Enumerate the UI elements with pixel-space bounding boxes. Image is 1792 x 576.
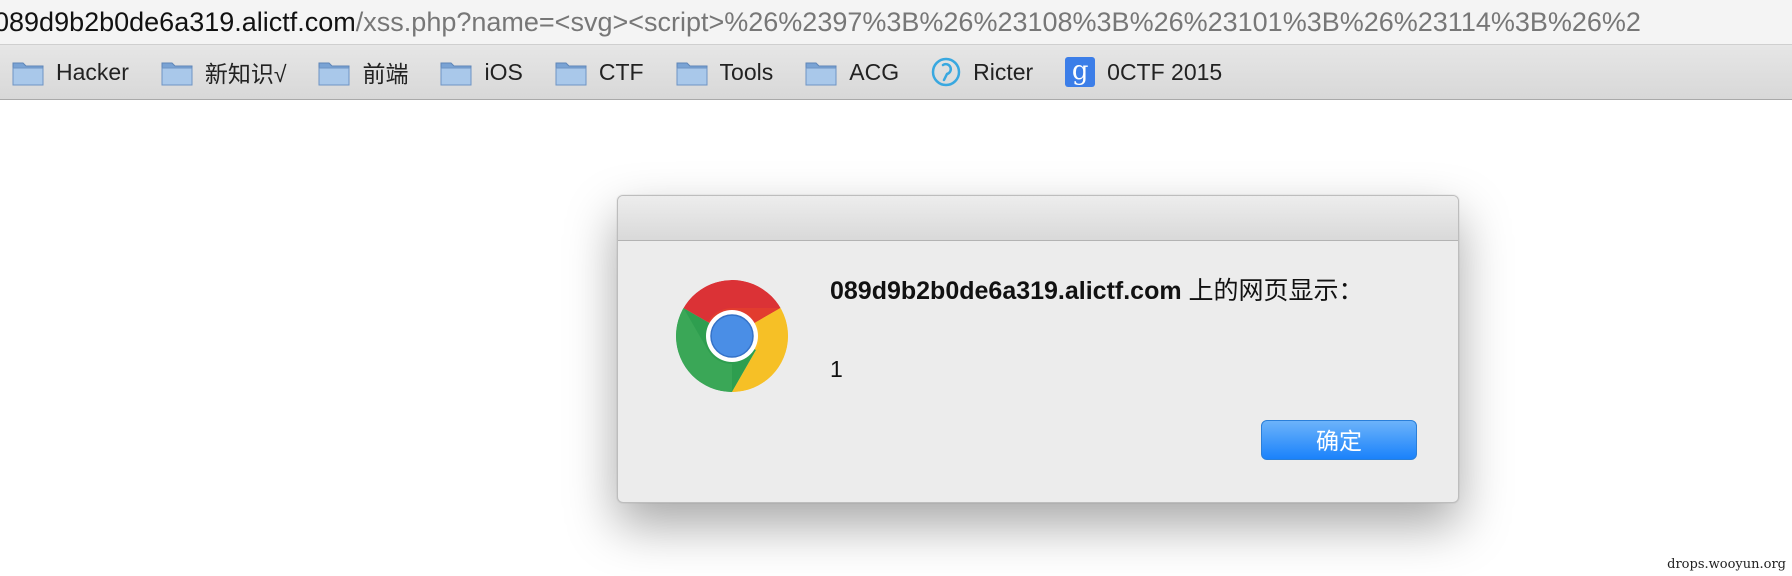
browser-window: 089d9b2b0de6a319.alictf.com/xss.php?name… [0, 0, 1792, 576]
bookmark-label: Tools [719, 58, 774, 85]
bookmark-label: 前端 [362, 61, 409, 87]
ricter-icon [931, 57, 961, 87]
address-bar[interactable]: 089d9b2b0de6a319.alictf.com/xss.php?name… [0, 0, 1792, 45]
bookmark-label: iOS [484, 58, 523, 85]
ok-button[interactable]: 确定 [1261, 420, 1417, 460]
bookmark-ricter[interactable]: Ricter [931, 52, 1033, 92]
folder-icon [161, 62, 193, 86]
bookmark-hacker[interactable]: Hacker [12, 52, 129, 92]
bookmark-label: Hacker [56, 58, 129, 85]
folder-icon [676, 62, 708, 86]
url-path: /xss.php?name=<svg><script>%26%2397%3B%2… [355, 7, 1641, 37]
folder-icon [805, 62, 837, 86]
google-g-icon: g [1065, 57, 1096, 87]
bookmark-tools[interactable]: Tools [676, 52, 774, 92]
bookmarks-bar: Hacker 新知识√ 前端 iOS CTF Tools ACG Ricter … [0, 45, 1792, 100]
bookmark-new-knowledge[interactable]: 新知识√ [161, 52, 287, 92]
bookmark-label: Ricter [973, 58, 1034, 85]
bookmark-label: ACG [849, 58, 900, 85]
dialog-message: 1 [830, 356, 843, 382]
bookmark-ios[interactable]: iOS [440, 52, 523, 92]
dialog-title-suffix: 上的网页显示： [1181, 277, 1364, 305]
bookmark-frontend[interactable]: 前端 [318, 52, 408, 92]
dialog-titlebar[interactable] [618, 196, 1458, 241]
bookmark-label: 新知识√ [204, 61, 287, 87]
javascript-alert-dialog: 089d9b2b0de6a319.alictf.com 上的网页显示： 1 确定 [617, 195, 1459, 503]
dialog-title-host: 089d9b2b0de6a319.alictf.com [830, 277, 1182, 305]
bookmark-acg[interactable]: ACG [805, 52, 899, 92]
bookmark-ctf[interactable]: CTF [555, 52, 644, 92]
url-host: 089d9b2b0de6a319.alictf.com [0, 7, 356, 37]
folder-icon [318, 62, 350, 86]
bookmark-0ctf-2015[interactable]: g 0CTF 2015 [1065, 52, 1222, 92]
dialog-title: 089d9b2b0de6a319.alictf.com 上的网页显示： [830, 274, 1390, 308]
folder-icon [555, 62, 587, 86]
address-bar-url[interactable]: 089d9b2b0de6a319.alictf.com/xss.php?name… [0, 4, 1641, 40]
folder-icon [12, 62, 44, 86]
chrome-logo-icon [676, 280, 788, 392]
folder-icon [440, 62, 472, 86]
bookmark-label: CTF [598, 58, 644, 85]
watermark: drops.wooyun.org [1667, 557, 1786, 572]
bookmark-label: 0CTF 2015 [1107, 58, 1223, 85]
